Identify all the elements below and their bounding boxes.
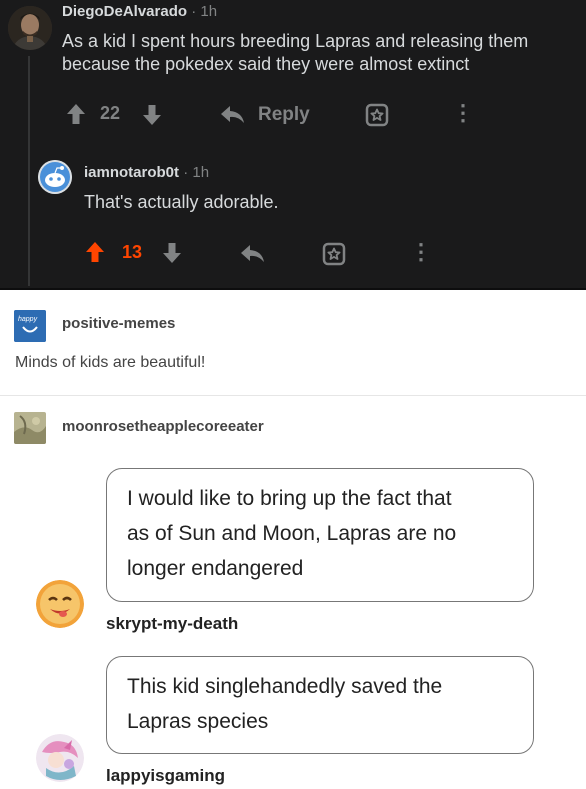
section-divider [0,288,586,290]
chat-avatar-lappyisgaming[interactable] [36,734,84,782]
comment-meta: DiegoDeAlvarado · 1h [62,3,217,20]
comment-username[interactable]: DiegoDeAlvarado [62,3,187,20]
anime-character-avatar-icon [36,734,84,782]
blog-username[interactable]: moonrosetheapplecoreeater [62,418,264,435]
upvote-arrow-icon [67,104,85,124]
avatar-logo-text: happy [18,316,38,323]
vote-score: 22 [100,103,121,123]
award-button[interactable] [322,242,346,266]
comment-body: As a kid I spent hours breeding Lapras a… [62,31,529,74]
reply-button[interactable]: Reply [220,104,310,126]
chat-bubble: I would like to bring up the fact that a… [106,468,534,602]
chat-line: as of Sun and Moon, Lapras are no [127,522,457,545]
comment-meta: iamnotarob0t · 1h [84,164,209,181]
chat-line: Lapras species [127,710,269,733]
reply-arrow-icon [221,106,244,123]
user-avatar-diegodealvarado[interactable] [8,6,52,50]
award-star-icon [322,242,346,266]
chat-bubble: This kid singlehandedly saved the Lapras… [106,656,534,754]
chat-line: I would like to bring up the fact that [127,487,452,510]
comment-username[interactable]: iamnotarob0t [84,164,179,181]
award-star-icon [365,103,389,127]
comment-body: That's actually adorable. [84,192,279,212]
post-text: Minds of kids are beautiful! [15,354,206,371]
vote-score: 13 [122,242,143,262]
reply-arrow-icon [241,245,264,262]
avatar-portrait-icon [8,6,52,50]
downvote-button[interactable] [142,104,162,126]
meta-separator: · [183,164,189,181]
chat-line: longer endangered [127,557,304,580]
user-avatar-iamnotarob0t[interactable] [38,160,72,194]
award-button[interactable] [365,103,389,127]
reply-button[interactable] [240,244,266,264]
thread-line[interactable] [28,56,30,286]
reply-label: Reply [258,104,310,125]
chat-username[interactable]: lappyisgaming [106,766,225,786]
downvote-button[interactable] [162,242,182,264]
chat-username[interactable]: skrypt-my-death [106,614,238,634]
comment-timestamp: 1h [192,164,210,181]
painting-avatar-icon [14,412,46,444]
downvote-arrow-icon [163,243,181,263]
smug-face-avatar-icon [36,580,84,628]
chat-line: This kid singlehandedly saved the [127,675,443,698]
chat-avatar-skrypt-my-death[interactable] [36,580,84,628]
blog-username[interactable]: positive-memes [62,315,175,332]
upvote-arrow-icon [86,242,104,262]
blog-avatar-positive-memes[interactable]: happy [14,310,46,342]
blog-avatar-moonrosetheapplecoreeater[interactable] [14,412,46,444]
upvote-button[interactable] [66,103,86,125]
happy-logo-icon: happy [14,310,46,342]
post-divider [0,395,586,396]
more-options-icon[interactable]: ⋮ [410,239,432,265]
reddit-comment-thread: DiegoDeAlvarado · 1h As a kid I spent ho… [0,0,586,290]
meta-separator: · [191,3,197,20]
downvote-arrow-icon [143,105,161,125]
snoo-avatar-icon [38,160,72,194]
comment-timestamp: 1h [200,3,218,20]
more-options-icon[interactable]: ⋮ [452,100,474,126]
upvote-button-active[interactable] [85,241,105,263]
